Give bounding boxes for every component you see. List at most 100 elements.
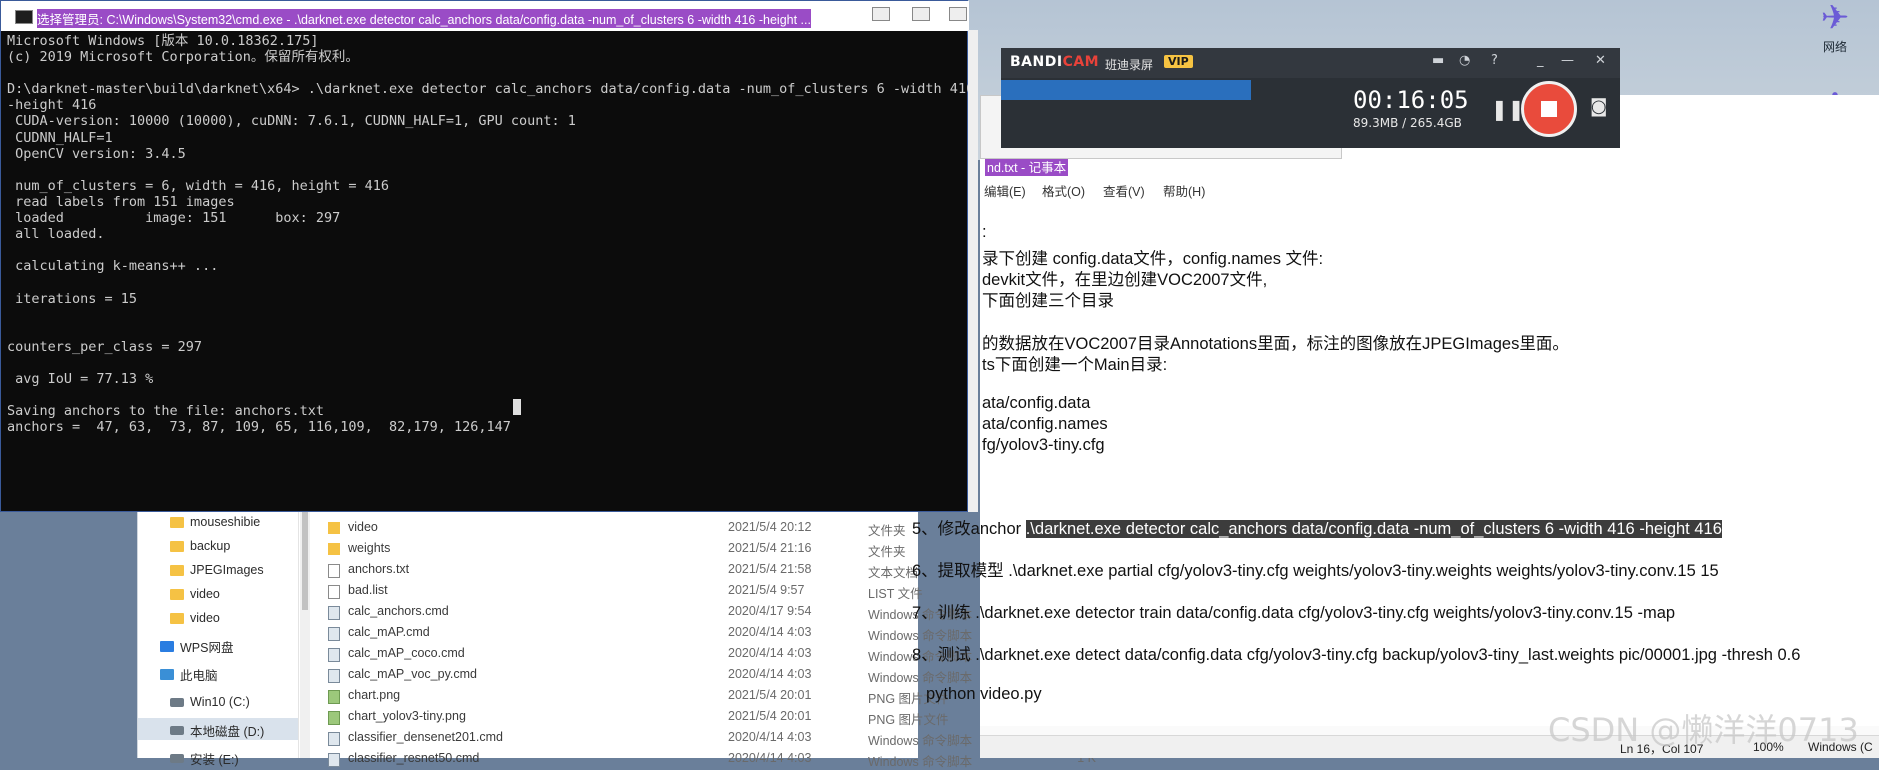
notepad-line: ata/config.data (982, 394, 1091, 412)
png-file-icon (328, 690, 340, 704)
cmd-file-icon (328, 606, 340, 620)
timer-icon[interactable]: ◔ (1459, 53, 1470, 68)
maximize-button[interactable] (912, 7, 930, 21)
drive-icon (170, 697, 184, 707)
file-row[interactable]: chart_yolov3-tiny.png 2021/5/4 20:01 PNG 图… (318, 706, 1096, 727)
nav-item[interactable]: WPS网盘 (160, 636, 233, 656)
cmd-line (7, 65, 963, 81)
nav-item[interactable]: video (170, 608, 220, 628)
folder-icon[interactable]: ▬ (1432, 53, 1444, 68)
file-name: classifier_resnet50.cmd (348, 751, 480, 765)
notepad-menu-bar: 编辑(E) 格式(O) 查看(V) 帮助(H) (980, 178, 1879, 200)
logo-part-a: BANDI (1010, 54, 1063, 70)
vip-badge[interactable]: VIP (1164, 55, 1193, 68)
terminal-icon (15, 10, 33, 24)
file-date: 2021/5/4 21:58 (728, 562, 812, 576)
mini-mode-icon[interactable]: — (1561, 53, 1574, 68)
menu-help[interactable]: 帮助(H) (1163, 181, 1205, 200)
folder-file-icon (328, 543, 340, 555)
cmd-title-bar: 选择管理员: C:\Windows\System32\cmd.exe - .\d… (1, 1, 969, 31)
file-row[interactable]: chart.png2021/5/4 20:01PNG 图片文件72 K (318, 685, 1096, 706)
nav-item[interactable]: 此电脑 (160, 664, 218, 684)
navigation-scrollbar[interactable] (300, 500, 310, 758)
cmd-line: counters_per_class = 297 (7, 338, 203, 355)
notepad-line: : (982, 223, 987, 241)
close-icon[interactable]: ✕ (1595, 53, 1606, 68)
file-type: PNG 图片文件 (868, 713, 949, 727)
drive-icon (170, 725, 184, 735)
nav-item[interactable]: JPEGImages (170, 560, 264, 580)
cmd-line: OpenCV version: 3.4.5 (7, 145, 186, 162)
cmd-output[interactable]: Microsoft Windows [版本 10.0.18362.175] (c)… (7, 33, 975, 436)
menu-view[interactable]: 查看(V) (1103, 181, 1145, 200)
stop-record-button[interactable] (1521, 81, 1577, 137)
step7-line: 7、训练 .\darknet.exe detector train data/c… (912, 604, 1676, 622)
desktop-icon-label: 网络 (1822, 40, 1847, 54)
nav-item[interactable]: mouseshibie (170, 512, 260, 532)
cmd-line: loaded image: 151 box: 297 (7, 210, 341, 227)
file-row[interactable]: classifier_resnet50.cmd 2020/4/14 4:03 Win… (318, 748, 1096, 769)
bandicam-title-bar: BANDICAM 班迪录屏 VIP ▬ ◔ ? _ — ✕ (1001, 48, 1620, 78)
folder-icon (170, 516, 184, 528)
file-row[interactable]: weights 2021/5/4 21:16 文件夹 (318, 538, 918, 559)
minimize-button[interactable] (872, 7, 890, 21)
folder-file-icon (328, 522, 340, 534)
logo-part-b: CAM (1062, 54, 1100, 70)
bandicam-recorder: BANDICAM 班迪录屏 VIP ▬ ◔ ? _ — ✕ 00:16:05 8… (1001, 48, 1620, 148)
file-name: bad.list (348, 583, 388, 597)
notepad-line: ts下面创建一个Main目录: (982, 356, 1168, 374)
file-name: calc_mAP_voc_py.cmd (348, 667, 477, 681)
watermark: CSDN @懒洋洋0713 (1548, 711, 1859, 749)
cmd-line: anchors = 47, 63, 73, 87, 109, 65, 116,1… (7, 419, 511, 436)
folder-icon (170, 564, 184, 576)
file-date: 2020/4/14 4:03 (728, 751, 812, 765)
menu-edit[interactable]: 编辑(E) (984, 181, 1026, 200)
cmd-line: D:\darknet-master\build\darknet\x64> .\d… (7, 81, 975, 98)
nav-item-label: 安装 (E:) (190, 752, 239, 767)
file-type: Windows 命令脚本 (868, 671, 973, 685)
nav-item[interactable]: 本地磁盘 (D:) (170, 720, 264, 740)
pause-icon[interactable]: ❚❚ (1491, 97, 1525, 121)
cmd-line (7, 323, 963, 339)
file-row[interactable]: calc_anchors.cmd 2020/4/17 9:54 Windows 命令… (318, 601, 1096, 622)
file-type: Windows 命令脚本 (868, 755, 973, 769)
cmd-scrollbar[interactable] (968, 30, 978, 512)
file-row[interactable]: calc_mAP_voc_py.cmd 2020/4/14 4:03 Windows… (318, 664, 1096, 685)
nav-item-label: mouseshibie (190, 515, 261, 529)
file-date: 2020/4/14 4:03 (728, 646, 812, 660)
menu-format[interactable]: 格式(O) (1042, 181, 1085, 200)
close-button[interactable] (949, 7, 967, 21)
navigation-pane: mouseshibie backup JPEGImages video video WPS… (138, 500, 299, 767)
scrollbar-thumb[interactable] (302, 510, 308, 610)
nav-item[interactable]: 安装 (E:) (170, 748, 239, 768)
file-row[interactable]: calc_mAP_coco.cmd 2020/4/14 4:03 Windows 命… (318, 643, 1096, 664)
cmd-file-icon (328, 732, 340, 746)
file-explorer-window: mouseshibie backup JPEGImages video video WPS… (137, 500, 1096, 769)
cmd-window: 选择管理员: C:\Windows\System32\cmd.exe - .\d… (0, 0, 975, 512)
file-name: calc_mAP.cmd (348, 625, 430, 639)
folder-icon (170, 588, 184, 600)
drive-icon (170, 753, 184, 763)
png-file-icon (328, 711, 340, 725)
file-row[interactable]: video 2021/5/4 20:12 文件夹 (318, 517, 918, 538)
file-row[interactable]: classifier_densenet201.cmd 2020/4/14 4:03… (318, 727, 1096, 748)
nav-item[interactable]: Win10 (C:) (170, 692, 250, 712)
nav-item-label: JPEGImages (190, 563, 264, 577)
cmd-line: CUDA-version: 10000 (10000), cuDNN: 7.6.… (7, 113, 576, 130)
file-row[interactable]: bad.list2021/5/4 9:57LIST 文件2,735 K (318, 580, 1096, 601)
file-row[interactable]: anchors.txt2021/5/4 21:58文本文档1 K (318, 559, 1096, 580)
minimize-icon[interactable]: _ (1537, 53, 1544, 68)
desktop-icon-network[interactable]: ✈ 网络 (1800, 0, 1870, 55)
file-name: video (348, 520, 378, 534)
mode-tabs-strip[interactable] (1001, 80, 1251, 100)
file-type: Windows 命令脚本 (868, 734, 973, 748)
file-row[interactable]: calc_mAP.cmd2020/4/14 4:03Windows 命令脚本1 … (318, 622, 1096, 643)
step5-prefix: 5、修改anchor (912, 520, 1026, 538)
step5-line: 5、修改anchor .\darknet.exe detector calc_a… (912, 515, 1722, 539)
file-date: 2021/5/4 9:57 (728, 583, 805, 597)
python-line: python video.py (926, 685, 1042, 703)
help-icon[interactable]: ? (1491, 53, 1498, 68)
nav-item[interactable]: video (170, 584, 220, 604)
camera-icon[interactable]: ◙ (1590, 96, 1607, 117)
nav-item[interactable]: backup (170, 536, 230, 556)
